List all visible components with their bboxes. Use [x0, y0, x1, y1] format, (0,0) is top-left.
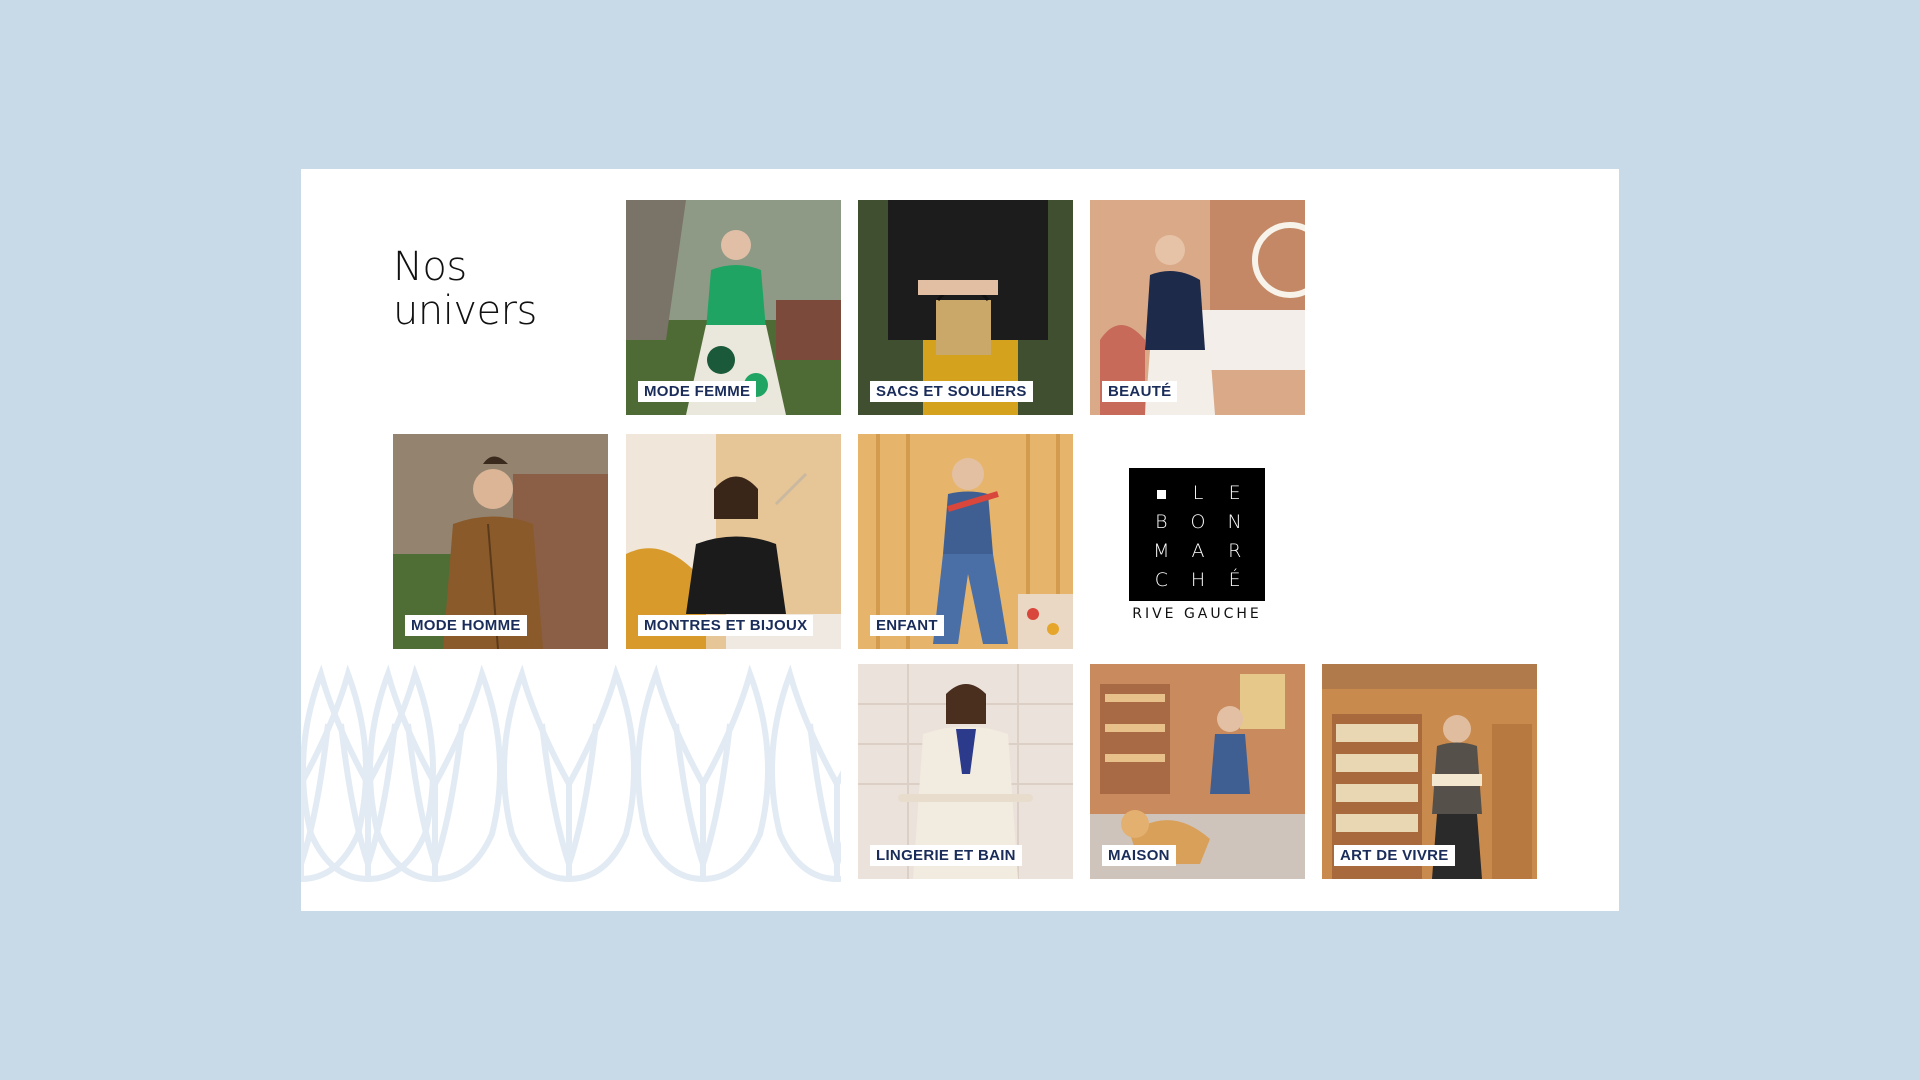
- logo-letter: A: [1191, 539, 1205, 562]
- tile-beaute[interactable]: BEAUTÉ: [1090, 200, 1305, 415]
- tile-enfant[interactable]: ENFANT: [858, 434, 1073, 649]
- logo-subtitle: RIVE GAUCHE: [1132, 606, 1262, 622]
- tile-label: ART DE VIVRE: [1334, 845, 1455, 866]
- tile-sacs-et-souliers[interactable]: SACS ET SOULIERS: [858, 200, 1073, 415]
- tile-label: MONTRES ET BIJOUX: [638, 615, 814, 636]
- title-line-2: univers: [393, 288, 537, 334]
- tile-art-de-vivre[interactable]: ART DE VIVRE: [1322, 664, 1537, 879]
- logo-letter: N: [1227, 510, 1242, 533]
- logo-square-icon: [1143, 482, 1180, 504]
- tile-label: MAISON: [1102, 845, 1176, 866]
- logo-letter: E: [1228, 481, 1241, 504]
- logo-letter: C: [1154, 568, 1168, 591]
- logo-letter: H: [1190, 568, 1206, 591]
- tile-label: MODE FEMME: [638, 381, 757, 402]
- tile-lingerie-et-bain[interactable]: LINGERIE ET BAIN: [858, 664, 1073, 879]
- logo-letter: É: [1228, 568, 1241, 591]
- logo-letter: R: [1228, 539, 1242, 562]
- tile-label: SACS ET SOULIERS: [870, 381, 1033, 402]
- title-line-1: Nos: [393, 244, 467, 290]
- tile-label: MODE HOMME: [405, 615, 527, 636]
- page-title: Nos univers: [393, 245, 537, 333]
- tile-maison[interactable]: MAISON: [1090, 664, 1305, 879]
- slide-panel: Nos univers MODE FEMME SACS ET SOULIERS …: [301, 169, 1619, 911]
- tile-mode-femme[interactable]: MODE FEMME: [626, 200, 841, 415]
- tile-montres-et-bijoux[interactable]: MONTRES ET BIJOUX: [626, 434, 841, 649]
- logo-letter: B: [1155, 510, 1168, 533]
- le-bon-marche-logo: L E B O N M A R C H É: [1129, 468, 1265, 601]
- tile-label: LINGERIE ET BAIN: [870, 845, 1022, 866]
- logo-letter: O: [1190, 510, 1206, 533]
- tile-label: ENFANT: [870, 615, 944, 636]
- tile-label: BEAUTÉ: [1102, 381, 1178, 402]
- decorative-pattern: [301, 664, 841, 883]
- tile-mode-homme[interactable]: MODE HOMME: [393, 434, 608, 649]
- logo-letter: L: [1192, 481, 1204, 504]
- logo-letter: M: [1153, 539, 1170, 562]
